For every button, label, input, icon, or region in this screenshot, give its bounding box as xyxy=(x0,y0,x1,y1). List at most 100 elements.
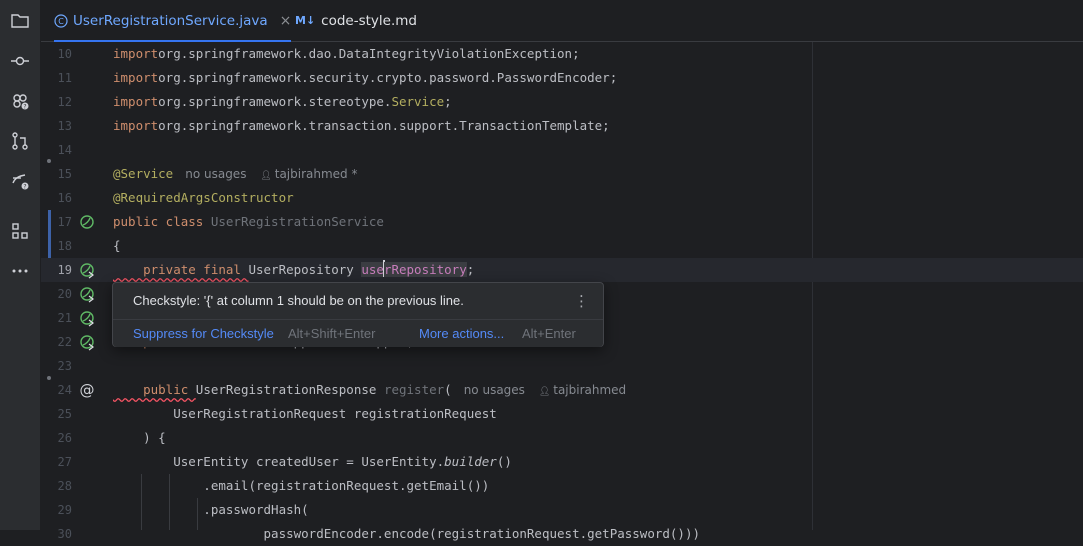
code-line[interactable]: 11 importorg.springframework.security.cry… xyxy=(41,66,1083,90)
code-text: @Service no usages 👤︎ tajbirahmed * xyxy=(113,162,358,188)
code-token: () xyxy=(496,454,512,469)
code-token: passwordEncoder.encode(registrationReque… xyxy=(113,526,701,541)
code-line[interactable]: 16 @RequiredArgsConstructor xyxy=(41,186,1083,210)
author-name: tajbirahmed xyxy=(553,383,627,397)
code-line[interactable]: 26 ) { xyxy=(41,426,1083,450)
suppress-for-checkstyle-link[interactable]: Suppress for Checkstyle xyxy=(133,326,274,341)
commit-tool-button[interactable] xyxy=(8,49,32,73)
more-actions-link[interactable]: More actions... xyxy=(419,326,504,341)
code-text: .email(registrationRequest.getEmail()) xyxy=(113,474,489,498)
code-line[interactable]: 19 private final UserRepository userRepo… xyxy=(41,258,1083,282)
code-line[interactable]: 13 importorg.springframework.transaction.… xyxy=(41,114,1083,138)
code-line[interactable]: 12 importorg.springframework.stereotype.S… xyxy=(41,90,1083,114)
code-token: ; xyxy=(466,262,475,277)
line-number[interactable]: 13 xyxy=(41,114,72,138)
code-text: private final UserRepository userReposit… xyxy=(113,258,474,282)
code-token: private final xyxy=(113,262,249,277)
bean-nav-icon[interactable] xyxy=(78,333,96,351)
more-actions-shortcut: Alt+Enter xyxy=(522,326,576,341)
code-token: import xyxy=(113,118,159,133)
line-number[interactable]: 12 xyxy=(41,90,72,114)
code-line[interactable]: 24 @ public UserRegistrationResponse regi… xyxy=(41,378,1083,402)
line-number[interactable]: 28 xyxy=(41,474,72,498)
user-icon: 👤︎ xyxy=(538,387,554,397)
tab-code-style-md[interactable]: M↓ code-style.md xyxy=(295,0,417,41)
code-token: builder xyxy=(444,454,497,469)
line-number[interactable]: 18 xyxy=(41,234,72,258)
code-line[interactable]: 15 @Service no usages 👤︎ tajbirahmed * xyxy=(41,162,1083,186)
bean-nav-icon[interactable] xyxy=(78,261,96,279)
at-icon[interactable]: @ xyxy=(78,381,96,399)
bean-nav-icon[interactable] xyxy=(78,309,96,327)
author-name: tajbirahmed * xyxy=(274,167,358,181)
code-line[interactable]: 29 .passwordHash( xyxy=(41,498,1083,522)
markdown-icon: M↓ xyxy=(295,14,316,27)
ai-assistant-tool-button[interactable]: ? xyxy=(8,89,32,113)
line-number[interactable]: 19 xyxy=(41,258,72,282)
code-text: ) { xyxy=(113,426,166,450)
code-line[interactable]: 30 passwordEncoder.encode(registrationRe… xyxy=(41,522,1083,546)
author-hint[interactable]: 👤︎ tajbirahmed xyxy=(539,383,626,397)
tool-window-strip: ? ? xyxy=(0,0,41,530)
code-token: ( xyxy=(444,382,452,397)
line-number[interactable]: 22 xyxy=(41,330,72,354)
code-line[interactable]: 17 public class UserRegistrationService xyxy=(41,210,1083,234)
bean-icon[interactable] xyxy=(78,213,96,231)
line-number[interactable]: 14 xyxy=(41,138,72,162)
line-number[interactable]: 20 xyxy=(41,282,72,306)
popup-menu-icon[interactable]: ⋮ xyxy=(574,292,589,310)
close-tab-icon[interactable]: × xyxy=(280,13,292,29)
line-number[interactable]: 26 xyxy=(41,426,72,450)
line-number[interactable]: 25 xyxy=(41,402,72,426)
code-line[interactable]: 14 xyxy=(41,138,1083,162)
svg-text:?: ? xyxy=(23,184,26,191)
code-text: importorg.springframework.transaction.su… xyxy=(113,114,610,138)
code-token: .email(registrationRequest.getEmail()) xyxy=(113,478,490,493)
code-token: org.springframework.transaction.support.… xyxy=(158,118,610,133)
line-number[interactable]: 11 xyxy=(41,66,72,90)
learn-tool-button[interactable]: ? xyxy=(8,169,32,193)
usages-hint[interactable]: no usages xyxy=(185,167,246,181)
code-line[interactable]: 23 xyxy=(41,354,1083,378)
ai-assistant-icon: ? xyxy=(13,94,29,111)
code-line[interactable]: 25 UserRegistrationRequest registrationR… xyxy=(41,402,1083,426)
code-text: .passwordHash( xyxy=(113,498,309,522)
line-number[interactable]: 21 xyxy=(41,306,72,330)
code-line[interactable]: 27 UserEntity createdUser = UserEntity.b… xyxy=(41,450,1083,474)
line-number[interactable]: 29 xyxy=(41,498,72,522)
pull-requests-tool-button[interactable] xyxy=(8,129,32,153)
code-token: org.springframework.security.crypto.pass… xyxy=(158,70,618,85)
line-number[interactable]: 23 xyxy=(41,354,72,378)
code-text: importorg.springframework.security.crypt… xyxy=(113,66,617,90)
project-tool-button[interactable] xyxy=(8,9,32,33)
structure-icon xyxy=(12,223,28,239)
code-text: importorg.springframework.dao.DataIntegr… xyxy=(113,42,580,66)
line-number[interactable]: 17 xyxy=(41,210,72,234)
svg-text:C: C xyxy=(58,17,64,26)
code-token: { xyxy=(113,238,121,253)
line-number[interactable]: 30 xyxy=(41,522,72,546)
more-tools-button[interactable] xyxy=(8,259,32,283)
code-token: .passwordHash( xyxy=(113,502,309,517)
line-number[interactable]: 16 xyxy=(41,186,72,210)
popup-actions: Suppress for Checkstyle Alt+Shift+Enter … xyxy=(113,319,603,347)
usages-hint[interactable]: no usages xyxy=(464,383,525,397)
code-token: ; xyxy=(444,94,452,109)
code-token: import xyxy=(113,46,159,61)
line-number[interactable]: 10 xyxy=(41,42,72,66)
tab-user-registration-service[interactable]: C UserRegistrationService.java × xyxy=(54,0,292,42)
inspection-message: Checkstyle: '{' at column 1 should be on… xyxy=(133,293,464,308)
code-line[interactable]: 18 { xyxy=(41,234,1083,258)
editor-tab-bar: C UserRegistrationService.java × M↓ code… xyxy=(41,0,1083,42)
code-line[interactable]: 10 importorg.springframework.dao.DataInte… xyxy=(41,42,1083,66)
line-number[interactable]: 15 xyxy=(41,162,72,186)
commit-icon xyxy=(11,56,29,66)
line-number[interactable]: 27 xyxy=(41,450,72,474)
bean-nav-icon[interactable] xyxy=(78,285,96,303)
code-text: @RequiredArgsConstructor xyxy=(113,186,294,210)
code-line[interactable]: 28 .email(registrationRequest.getEmail()… xyxy=(41,474,1083,498)
structure-tool-button[interactable] xyxy=(8,219,32,243)
line-number[interactable]: 24 xyxy=(41,378,72,402)
code-token: org.springframework.stereotype. xyxy=(158,94,392,109)
author-hint[interactable]: 👤︎ tajbirahmed * xyxy=(260,167,357,181)
